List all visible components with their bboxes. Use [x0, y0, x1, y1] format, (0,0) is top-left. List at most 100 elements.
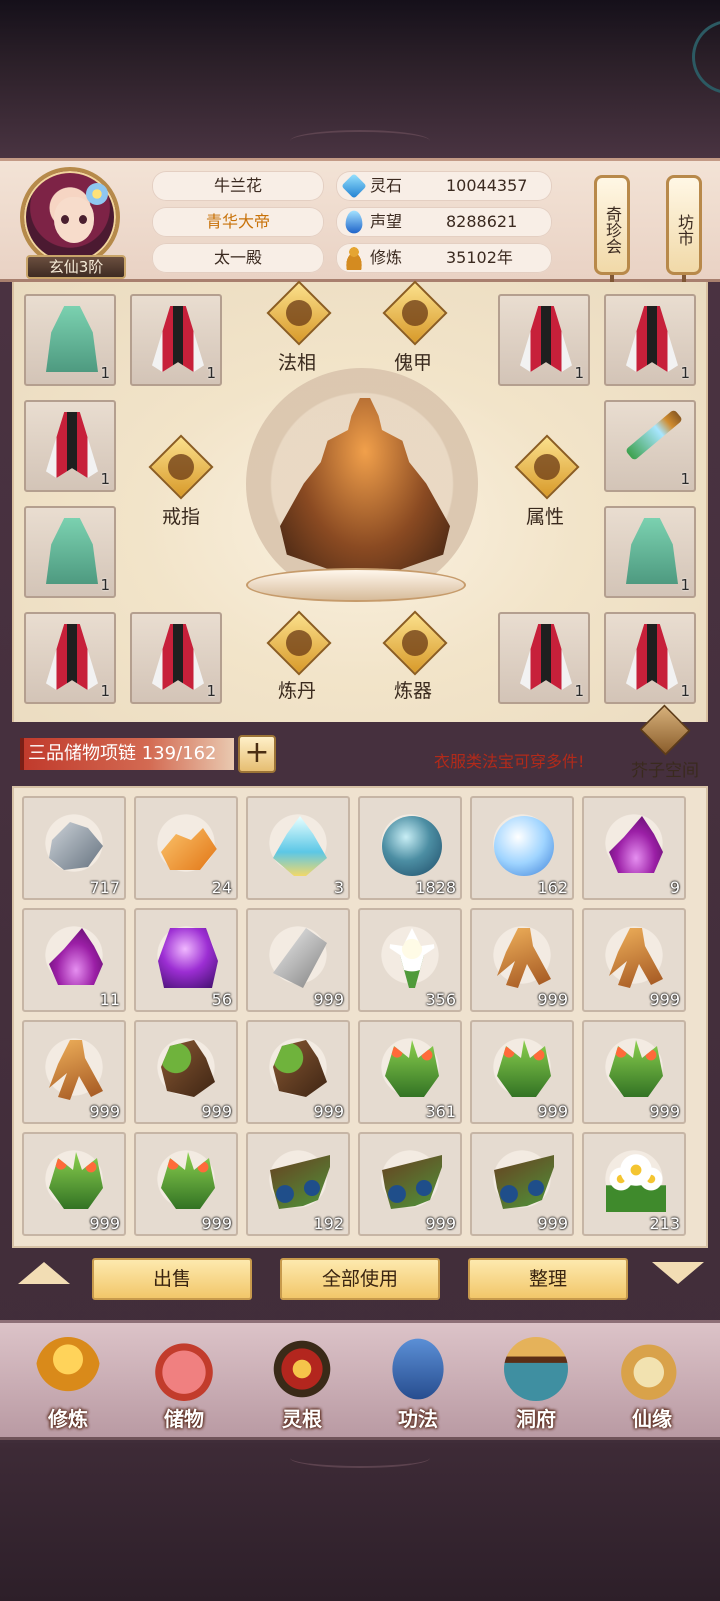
item-count: 999 — [313, 1102, 344, 1121]
equip-slot[interactable]: 1 — [604, 506, 696, 598]
equip-slot[interactable]: 1 — [130, 612, 222, 704]
stat-label: 修炼 — [370, 248, 403, 267]
nav-spirit-root[interactable]: 灵根 — [252, 1331, 352, 1435]
mustard-space-button[interactable]: 芥子空间 — [628, 704, 702, 786]
amber-icon — [161, 828, 217, 870]
ginseng-icon — [497, 928, 551, 988]
sort-button[interactable]: 整理 — [468, 1258, 628, 1300]
skill-nav-icon — [392, 1338, 444, 1400]
nav-skill[interactable]: 功法 — [368, 1331, 468, 1435]
inventory-item[interactable]: 717 — [22, 796, 126, 900]
red-robe-icon — [46, 412, 98, 478]
slot-count: 1 — [680, 364, 690, 382]
anvil-icon — [402, 630, 428, 656]
market-button[interactable]: 坊市 — [666, 175, 702, 275]
dharma-button[interactable] — [266, 280, 332, 348]
sword-icon — [624, 409, 684, 461]
ring-icon — [168, 454, 194, 480]
item-count: 192 — [313, 1214, 344, 1233]
inventory-item[interactable]: 162 — [470, 796, 574, 900]
inventory-item[interactable]: 999 — [246, 908, 350, 1012]
inventory-item[interactable]: 999 — [134, 1132, 238, 1236]
sell-button[interactable]: 出售 — [92, 1258, 252, 1300]
nav-label: 仙缘 — [632, 1407, 672, 1431]
inventory-item[interactable]: 213 — [582, 1132, 686, 1236]
nav-fate[interactable]: 仙缘 — [602, 1331, 702, 1435]
use-all-button[interactable]: 全部使用 — [280, 1258, 440, 1300]
item-count: 999 — [425, 1214, 456, 1233]
attributes-button[interactable] — [514, 434, 580, 502]
inventory-item[interactable]: 999 — [246, 1020, 350, 1124]
inventory-item[interactable]: 1828 — [358, 796, 462, 900]
equip-slot[interactable]: 1 — [498, 612, 590, 704]
equip-slot[interactable]: 1 — [24, 612, 116, 704]
avatar[interactable]: 玄仙3阶 — [20, 167, 128, 279]
expand-storage-button[interactable]: + — [238, 735, 276, 773]
tuber-icon — [273, 1040, 327, 1097]
forging-button[interactable] — [382, 610, 448, 678]
treasure-fair-button[interactable]: 奇珍会 — [594, 175, 630, 275]
puppet-button[interactable] — [382, 280, 448, 348]
inventory-panel: 717 24 3 1828 162 9 11 56 999 356 999 99… — [12, 786, 708, 1248]
item-count: 999 — [537, 990, 568, 1009]
ring-button[interactable] — [148, 434, 214, 502]
storage-nav-icon — [152, 1337, 216, 1401]
forging-label: 炼器 — [393, 680, 432, 702]
inventory-item[interactable]: 11 — [22, 908, 126, 1012]
inventory-item[interactable]: 999 — [358, 1132, 462, 1236]
ginseng-icon — [609, 928, 663, 988]
slot-count: 1 — [100, 682, 110, 700]
scroll-down-arrow-icon[interactable] — [652, 1262, 704, 1284]
purple-flame-icon — [49, 928, 103, 985]
item-count: 999 — [537, 1102, 568, 1121]
inventory-item[interactable]: 24 — [134, 796, 238, 900]
alchemy-button[interactable] — [266, 610, 332, 678]
red-robe-icon — [152, 624, 204, 690]
herb-icon — [609, 1040, 663, 1097]
inventory-item[interactable]: 56 — [134, 908, 238, 1012]
item-count: 56 — [211, 990, 232, 1009]
scroll-up-arrow-icon[interactable] — [18, 1262, 70, 1284]
stone-icon — [273, 928, 327, 988]
cultivation-icon — [342, 246, 366, 270]
equip-slot[interactable]: 1 — [130, 294, 222, 386]
inventory-item[interactable]: 361 — [358, 1020, 462, 1124]
item-count: 999 — [537, 1214, 568, 1233]
pedestal — [246, 568, 466, 602]
bottom-nav: 修炼 储物 灵根 功法 洞府 仙缘 — [0, 1320, 720, 1440]
equip-slot[interactable]: 1 — [604, 400, 696, 492]
equip-slot[interactable]: 1 — [24, 506, 116, 598]
equip-slot[interactable]: 1 — [604, 294, 696, 386]
item-count: 999 — [89, 1214, 120, 1233]
inventory-item[interactable]: 999 — [22, 1020, 126, 1124]
equip-slot[interactable]: 1 — [498, 294, 590, 386]
inventory-item[interactable]: 999 — [582, 908, 686, 1012]
inventory-item[interactable]: 999 — [470, 908, 574, 1012]
mustard-space-label: 芥子空间 — [631, 761, 699, 781]
purple-orb-icon — [158, 928, 218, 988]
nav-cultivate[interactable]: 修炼 — [18, 1331, 118, 1435]
equip-slot[interactable]: 1 — [24, 400, 116, 492]
reputation-icon — [345, 210, 363, 234]
item-count: 162 — [537, 878, 568, 897]
inventory-item[interactable]: 192 — [246, 1132, 350, 1236]
nav-cave[interactable]: 洞府 — [486, 1331, 586, 1435]
spirit-root-nav-icon — [270, 1337, 334, 1401]
equipment-panel: 1 1 1 1 1 1 1 1 1 1 1 1 法相 傀甲 戒指 属性 炼丹 炼… — [12, 280, 708, 722]
nav-storage[interactable]: 储物 — [134, 1331, 234, 1435]
stat-spirit-stone: 灵石 10044357 — [336, 171, 552, 201]
item-count: 717 — [89, 878, 120, 897]
capacity-marker — [20, 738, 24, 770]
inventory-item[interactable]: 999 — [582, 1020, 686, 1124]
inventory-item[interactable]: 3 — [246, 796, 350, 900]
inventory-item[interactable]: 356 — [358, 908, 462, 1012]
inventory-item[interactable]: 999 — [470, 1020, 574, 1124]
inventory-item[interactable]: 9 — [582, 796, 686, 900]
equip-slot[interactable]: 1 — [24, 294, 116, 386]
inventory-item[interactable]: 999 — [134, 1020, 238, 1124]
item-count: 1828 — [415, 878, 456, 897]
crystal-icon — [273, 816, 327, 876]
inventory-item[interactable]: 999 — [22, 1132, 126, 1236]
equip-slot[interactable]: 1 — [604, 612, 696, 704]
inventory-item[interactable]: 999 — [470, 1132, 574, 1236]
